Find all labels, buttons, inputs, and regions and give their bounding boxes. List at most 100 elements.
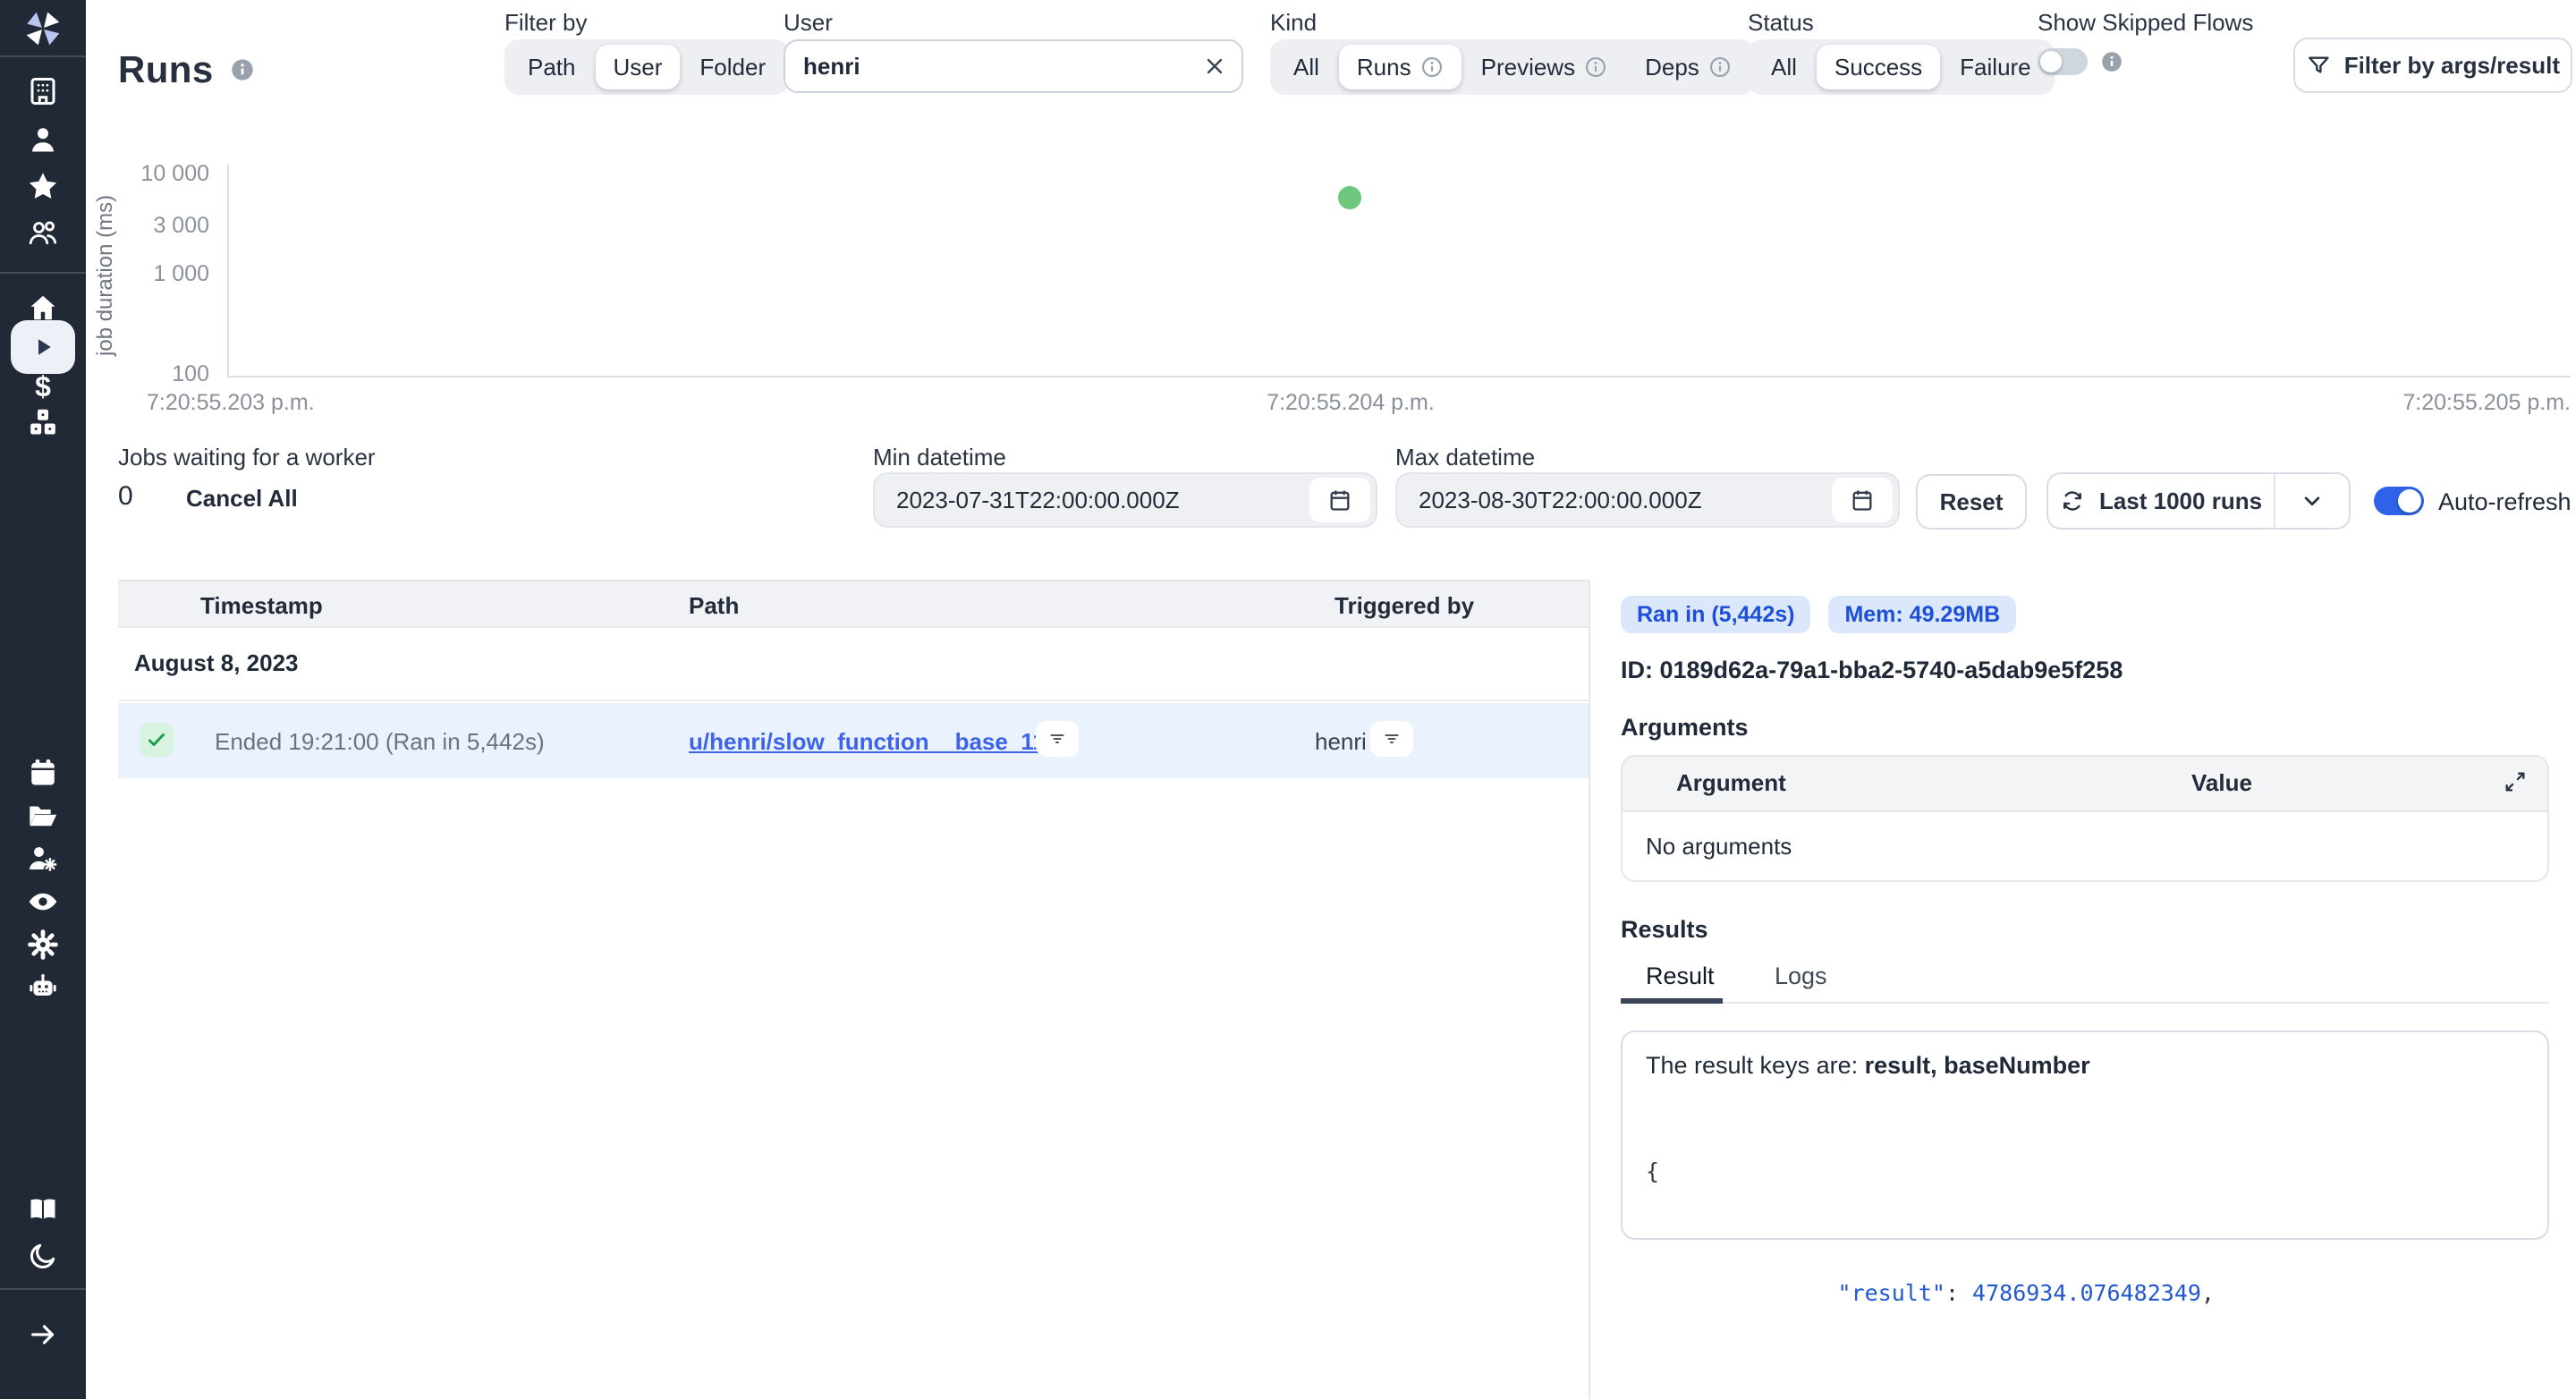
filter-by-segmented: Path User Folder xyxy=(504,39,789,95)
results-title: Results xyxy=(1621,916,1708,944)
sidebar-item-usage dollar-icon[interactable]: $ xyxy=(0,370,86,403)
date-group-label: August 8, 2023 xyxy=(134,649,299,677)
x-tick: 7:20:55.204 p.m. xyxy=(1216,392,1485,413)
sidebar-item-favorites star-icon[interactable] xyxy=(0,170,86,202)
tab-logs[interactable]: Logs xyxy=(1775,962,1827,990)
title-info-icon[interactable] xyxy=(230,57,255,82)
chart-y-axis-label: job duration (ms) xyxy=(93,170,118,381)
user-input[interactable] xyxy=(784,39,1243,93)
y-tick: 10 000 xyxy=(125,163,209,184)
filter-by-folder[interactable]: Folder xyxy=(682,45,784,89)
filter-by-label: Filter by xyxy=(504,9,587,37)
mem-badge: Mem: 49.29MB xyxy=(1828,596,2016,633)
cancel-all-button[interactable]: Cancel All xyxy=(186,485,298,513)
runs-count-dropdown[interactable] xyxy=(2275,474,2349,528)
tabs-baseline xyxy=(1621,1002,2549,1004)
sidebar: $ xyxy=(0,0,86,1399)
kind-deps[interactable]: Deps xyxy=(1627,45,1750,89)
min-datetime-calendar-icon[interactable] xyxy=(1309,478,1370,522)
result-summary-prefix: The result keys are: xyxy=(1646,1052,1865,1079)
min-datetime-field xyxy=(873,472,1377,528)
min-datetime-label: Min datetime xyxy=(873,444,1006,471)
sidebar-collapse arrow-right-icon[interactable] xyxy=(0,1318,86,1351)
info-icon xyxy=(1708,55,1732,79)
json-line-result: "result": 4786934.076482349, xyxy=(1646,1248,2524,1339)
date-group-row: August 8, 2023 xyxy=(118,628,1589,701)
filter-by-path[interactable]: Path xyxy=(510,45,594,89)
arguments-table-header: Argument Value xyxy=(1623,757,2547,812)
expand-icon[interactable] xyxy=(2503,769,2528,794)
arguments-table: Argument Value No arguments xyxy=(1621,755,2549,882)
sidebar-item-worker-groups robot-icon[interactable] xyxy=(0,971,86,1004)
sidebar-item-resources boxes-icon[interactable] xyxy=(0,406,86,438)
panel-divider xyxy=(1589,580,1590,1399)
sidebar-item-theme moon-icon[interactable] xyxy=(0,1240,86,1272)
chevron-down-icon xyxy=(2299,488,2326,514)
filter-args-result-button[interactable]: Filter by args/result xyxy=(2293,38,2572,93)
filter-by-path-icon[interactable] xyxy=(1036,721,1079,757)
ran-in-badge: Ran in (5,442s) xyxy=(1621,596,1810,633)
sidebar-item-home home-icon[interactable] xyxy=(0,292,86,324)
status-failure[interactable]: Failure xyxy=(1942,45,2048,89)
y-tick: 3 000 xyxy=(125,215,209,236)
run-data-point[interactable] xyxy=(1338,186,1361,209)
info-filled-icon[interactable] xyxy=(2100,50,2123,73)
status-all[interactable]: All xyxy=(1753,45,1815,89)
sidebar-item-docs book-open-icon[interactable] xyxy=(0,1193,86,1225)
sidebar-item-runs play-icon[interactable] xyxy=(11,320,75,374)
col-argument: Argument xyxy=(1676,769,1786,797)
jobs-waiting-count: 0 xyxy=(118,481,133,512)
runs-table-header: Timestamp Path Triggered by xyxy=(118,580,1589,628)
show-skipped-label: Show Skipped Flows xyxy=(2038,9,2253,37)
y-axis-line xyxy=(227,165,229,376)
sidebar-item-schedules calendar-icon[interactable] xyxy=(0,757,86,789)
status-segmented: All Success Failure xyxy=(1748,39,2055,95)
info-icon xyxy=(1420,55,1444,79)
run-id: ID: 0189d62a-79a1-bba2-5740-a5dab9e5f258 xyxy=(1621,657,2123,684)
json-open: { xyxy=(1646,1157,2524,1187)
reset-button[interactable]: Reset xyxy=(1916,474,2027,530)
sidebar-item-folders folder-open-icon[interactable] xyxy=(0,800,86,832)
refresh-icon xyxy=(2060,488,2085,513)
kind-previews[interactable]: Previews xyxy=(1463,45,1625,89)
arguments-empty-row: No arguments xyxy=(1623,812,2547,880)
run-triggered-by: henri xyxy=(1315,728,1367,756)
x-axis-line xyxy=(227,376,2571,377)
sidebar-item-audit eye-icon[interactable] xyxy=(0,886,86,918)
sidebar-item-settings gear-icon[interactable] xyxy=(0,928,86,961)
sidebar-item-user user-icon[interactable] xyxy=(0,123,86,156)
sidebar-item-workspace building-icon[interactable] xyxy=(0,75,86,107)
run-timestamp: Ended 19:21:00 (Ran in 5,442s) xyxy=(215,728,545,756)
min-datetime-input[interactable] xyxy=(875,487,1309,514)
x-tick: 7:20:55.205 p.m. xyxy=(2356,392,2571,413)
tab-result[interactable]: Result xyxy=(1646,962,1715,990)
runs-page: $ xyxy=(0,0,2576,1399)
windmill-logo-icon[interactable] xyxy=(0,5,86,52)
jobs-waiting-label: Jobs waiting for a worker xyxy=(118,444,376,471)
kind-runs[interactable]: Runs xyxy=(1339,45,1462,89)
run-path-link[interactable]: u/henri/slow_function__base_11 xyxy=(689,728,1046,756)
sidebar-divider xyxy=(0,55,86,57)
run-row[interactable]: Ended 19:21:00 (Ran in 5,442s) u/henri/s… xyxy=(118,703,1589,778)
kind-segmented: All Runs Previews Deps xyxy=(1270,39,1755,95)
sidebar-item-groups users-icon[interactable] xyxy=(0,216,86,249)
filter-by-user-icon[interactable] xyxy=(1370,721,1413,757)
sidebar-divider xyxy=(0,272,86,274)
clear-user-x-icon[interactable] xyxy=(1202,54,1227,79)
status-success[interactable]: Success xyxy=(1817,45,1940,89)
auto-refresh-toggle[interactable] xyxy=(2374,487,2424,515)
max-datetime-input[interactable] xyxy=(1397,487,1832,514)
col-timestamp: Timestamp xyxy=(200,592,323,620)
refresh-runs-button[interactable]: Last 1000 runs xyxy=(2048,474,2274,528)
runs-count-select: Last 1000 runs xyxy=(2046,472,2351,530)
show-skipped-toggle[interactable] xyxy=(2038,48,2088,75)
sidebar-item-workers user-cog-icon[interactable] xyxy=(0,843,86,875)
filter-by-user[interactable]: User xyxy=(596,45,681,89)
kind-all[interactable]: All xyxy=(1275,45,1337,89)
col-value: Value xyxy=(2191,769,2252,797)
page-title: Runs xyxy=(118,48,214,91)
max-datetime-calendar-icon[interactable] xyxy=(1832,478,1893,522)
funnel-icon xyxy=(2306,52,2332,79)
status-label: Status xyxy=(1748,9,1814,37)
max-datetime-field xyxy=(1395,472,1900,528)
